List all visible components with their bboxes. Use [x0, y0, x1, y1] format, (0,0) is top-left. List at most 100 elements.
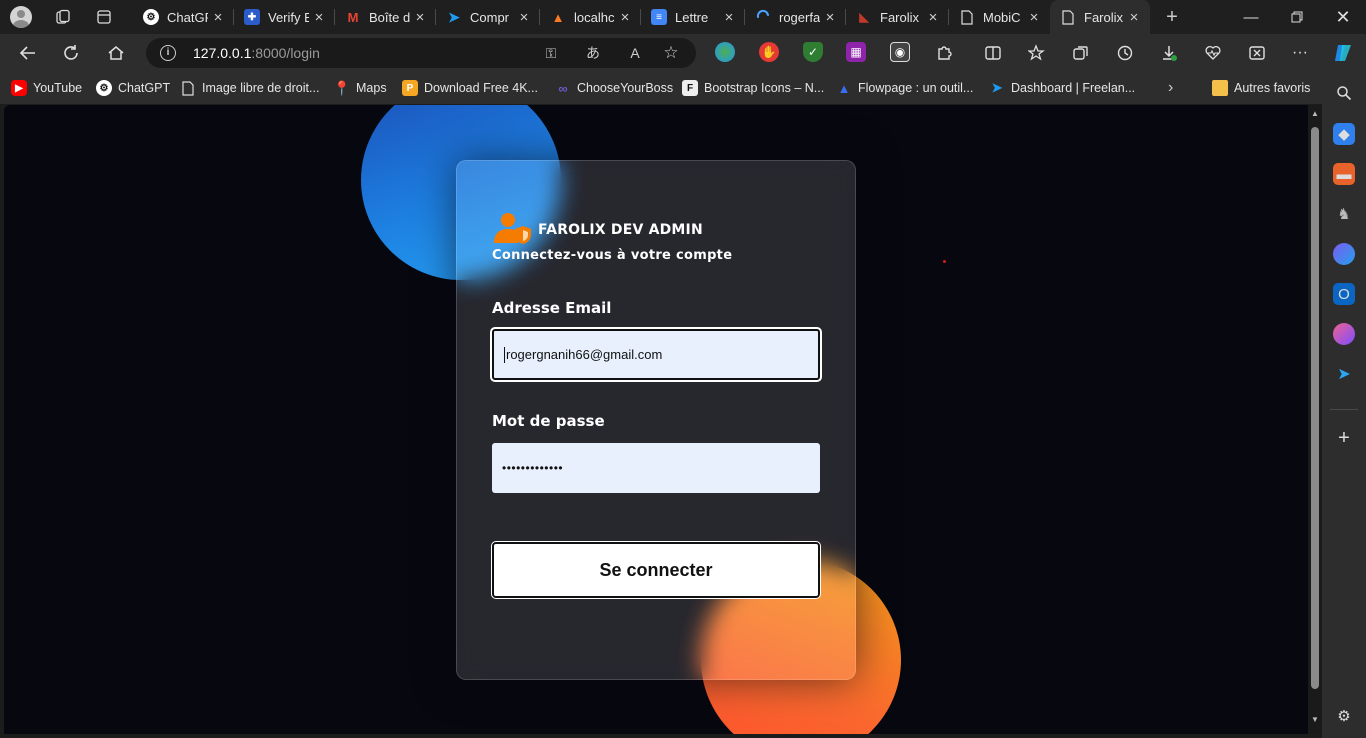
extension-puzzle-purple-icon[interactable]: ▦ [846, 42, 866, 62]
more-menu-icon[interactable]: ··· [1284, 37, 1316, 69]
brand-header: FAROLIX DEV ADMIN [492, 211, 703, 249]
close-tab-icon[interactable]: × [309, 9, 329, 26]
tab-title: Compr [470, 9, 510, 25]
tab-verify[interactable]: ✚ Verify E × [234, 0, 335, 34]
bookmark-chatgpt[interactable]: ⚙ ChatGPT [96, 79, 170, 97]
tab-gmail[interactable]: M Boîte d × [335, 0, 436, 34]
bookmark-label: ChatGPT [118, 81, 171, 95]
read-aloud-icon[interactable]: A [625, 43, 645, 63]
restore-icon[interactable] [1274, 0, 1320, 34]
back-arrow-icon[interactable] [12, 37, 44, 69]
bookmark-label: ChooseYourBoss [577, 81, 674, 95]
address-bar[interactable]: i 127.0.0.1:8000/login ⚿ あ A ☆ [146, 38, 696, 68]
scrollbar-thumb[interactable] [1311, 127, 1319, 689]
screenshot-icon[interactable] [1241, 37, 1273, 69]
search-icon[interactable] [1333, 82, 1355, 104]
close-tab-icon[interactable]: × [208, 9, 228, 26]
site-info-icon[interactable]: i [160, 45, 176, 61]
collections-icon[interactable] [1065, 37, 1097, 69]
chatgpt-icon: ⚙ [96, 80, 112, 96]
close-tab-icon[interactable]: × [719, 9, 739, 26]
tab-rogerfa[interactable]: rogerfa × [745, 0, 846, 34]
bookmark-label: Download Free 4K... [424, 81, 538, 95]
translate-icon[interactable]: あ [583, 43, 603, 63]
copilot-sidebar-icon[interactable] [1333, 243, 1355, 265]
extensions-icon[interactable] [928, 37, 960, 69]
url-text[interactable]: 127.0.0.1:8000/login [193, 45, 320, 61]
telegram-icon[interactable]: ➤ [1333, 363, 1355, 385]
split-screen-icon[interactable] [977, 37, 1009, 69]
favorites-icon[interactable] [1021, 37, 1053, 69]
favorite-star-icon[interactable]: ☆ [661, 43, 681, 63]
performance-heart-icon[interactable] [1197, 37, 1229, 69]
designer-icon[interactable] [1333, 323, 1355, 345]
close-tab-icon[interactable]: × [1124, 9, 1144, 26]
email-label: Adresse Email [492, 299, 612, 317]
extension-hand-icon[interactable]: ✋ [759, 42, 779, 62]
bookmark-download-4k[interactable]: P Download Free 4K... [402, 79, 538, 97]
copilot-icon[interactable] [1327, 37, 1359, 69]
downloads-icon[interactable] [1153, 37, 1185, 69]
sidebar-settings-icon[interactable]: ⚙ [1333, 705, 1355, 727]
page-scrollbar[interactable]: ▲ ▼ [1308, 105, 1322, 734]
tab-title: Lettre [675, 9, 709, 25]
tab-lettre[interactable]: ≡ Lettre × [641, 0, 745, 34]
tab-localhost[interactable]: ▲ localhc × [540, 0, 641, 34]
close-tab-icon[interactable]: × [923, 9, 943, 26]
tab-farolix[interactable]: ◣ Farolix × [846, 0, 949, 34]
close-tab-icon[interactable]: × [410, 9, 430, 26]
bookmark-label: Image libre de droit... [202, 81, 320, 95]
profile-avatar[interactable] [8, 5, 34, 29]
close-tab-icon[interactable]: × [1024, 9, 1044, 26]
add-sidebar-app-icon[interactable]: + [1333, 427, 1355, 449]
maps-icon: 📍 [333, 79, 351, 96]
tab-compr[interactable]: ➤ Compr × [436, 0, 540, 34]
history-icon[interactable] [1109, 37, 1141, 69]
close-tab-icon[interactable]: × [514, 9, 534, 26]
extension-square-icon[interactable]: ◉ [890, 42, 910, 62]
bookmark-bootstrap-icons[interactable]: F Bootstrap Icons – N... [682, 79, 824, 97]
bookmark-image-libre[interactable]: Image libre de droit... [180, 79, 319, 97]
minimize-icon[interactable]: — [1228, 0, 1274, 34]
bookmark-label: Flowpage : un outil... [858, 81, 974, 95]
close-tab-icon[interactable]: × [615, 9, 635, 26]
shopping-tag-icon[interactable]: ◆ [1333, 123, 1355, 145]
email-input[interactable]: rogergnanih66@gmail.com [490, 327, 822, 382]
tab-title: localhc [574, 9, 615, 25]
scroll-up-arrow-icon[interactable]: ▲ [1310, 109, 1320, 118]
refresh-icon[interactable] [55, 37, 87, 69]
close-tab-icon[interactable]: × [820, 9, 840, 26]
tab-actions-icon[interactable] [91, 5, 117, 29]
password-label: Mot de passe [492, 412, 605, 430]
extension-shield-icon[interactable]: ✓ [803, 42, 823, 62]
url-host: 127.0.0.1 [193, 45, 252, 61]
scroll-down-arrow-icon[interactable]: ▼ [1310, 715, 1320, 724]
bookmark-label: Maps [356, 81, 387, 95]
tools-briefcase-icon[interactable]: ▬ [1333, 163, 1355, 185]
bookmark-dashboard-freelance[interactable]: ➤ Dashboard | Freelan... [989, 79, 1136, 97]
login-button[interactable]: Se connecter [491, 541, 821, 599]
avatar-icon [10, 6, 32, 28]
tab-mobic[interactable]: MobiC × [949, 0, 1050, 34]
bookmark-maps[interactable]: 📍 Maps [333, 79, 387, 97]
chooseyourboss-icon: ∞ [558, 80, 568, 96]
home-icon[interactable] [100, 37, 132, 69]
extension-globe-icon[interactable] [715, 42, 735, 62]
bookmark-youtube[interactable]: ▶ YouTube [11, 79, 82, 97]
gmail-icon: M [347, 9, 359, 25]
bookmark-flowpage[interactable]: ▲ Flowpage : un outil... [836, 79, 974, 97]
bookmark-autres-favoris[interactable]: Autres favoris [1212, 79, 1310, 97]
tab-strip: ⚙ ChatGPT × ✚ Verify E × M Boîte d × ➤ C… [0, 0, 1366, 34]
email-value: rogergnanih66@gmail.com [506, 347, 663, 362]
key-icon[interactable]: ⚿ [541, 43, 561, 63]
bookmark-chooseyourboss[interactable]: ∞ ChooseYourBoss [555, 79, 673, 97]
new-tab-icon[interactable]: + [1159, 5, 1185, 29]
outlook-icon[interactable]: O [1333, 283, 1355, 305]
games-chess-icon[interactable]: ♞ [1333, 203, 1355, 225]
tab-chatgpt[interactable]: ⚙ ChatGPT × [133, 0, 234, 34]
workspaces-icon[interactable] [50, 5, 76, 29]
bookmarks-overflow-chevron-icon[interactable]: › [1168, 79, 1173, 97]
password-input[interactable]: ••••••••••••• [492, 443, 820, 493]
tab-farolix-active[interactable]: Farolix × [1050, 0, 1150, 34]
close-window-icon[interactable]: ✕ [1320, 0, 1366, 34]
